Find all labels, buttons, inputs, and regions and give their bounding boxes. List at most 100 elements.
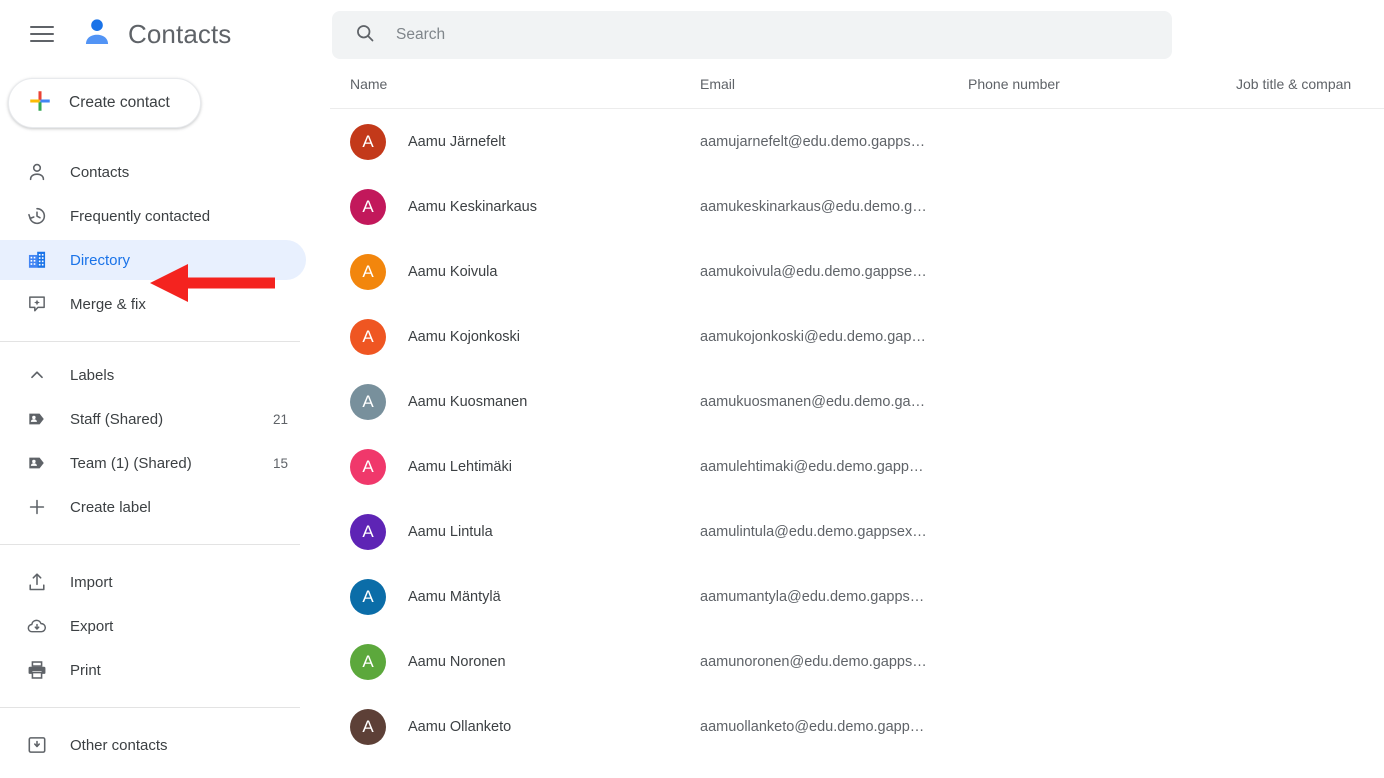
app-header: Contacts (0, 0, 330, 68)
sidebar-label-count: 21 (272, 411, 288, 427)
hamburger-menu-icon[interactable] (22, 14, 62, 54)
other-contacts-section: Other contacts (0, 717, 330, 773)
cell-name: A Aamu Lehtimäki (330, 448, 700, 485)
table-row[interactable]: A Aamu Lehtimäki aamulehtimaki@edu.demo.ga… (330, 434, 1384, 499)
table-row[interactable]: A Aamu Järnefelt aamujarnefelt@edu.demo.ga… (330, 109, 1384, 174)
merge-sparkle-icon (26, 293, 48, 315)
contacts-app-window: Contacts Create contact Contacts Frequen… (0, 0, 1384, 778)
contact-name: Aamu Kuosmanen (408, 393, 528, 410)
avatar[interactable]: A (350, 188, 386, 225)
primary-navigation: Contacts Frequently contacted Directory … (0, 144, 330, 332)
labels-section: Labels Staff (Shared) 21 Team (1) (Share… (0, 351, 330, 535)
sidebar-item-label: Merge & fix (70, 295, 146, 313)
contact-name: Aamu Kojonkoski (408, 328, 521, 345)
create-contact-area: Create contact (0, 68, 330, 144)
contact-email: aamukeskinarkaus@edu.demo.g… (700, 198, 927, 215)
main-content: Name Email Phone number Job title & comp… (330, 0, 1384, 778)
avatar[interactable]: A (350, 513, 386, 550)
printer-icon (26, 659, 48, 681)
sidebar-item-label: Contacts (70, 163, 130, 181)
table-row[interactable]: A Aamu Kojonkoski aamukojonkoski@edu.demo.… (330, 304, 1384, 369)
sidebar-divider-1 (0, 341, 300, 342)
create-contact-button[interactable]: Create contact (8, 78, 201, 128)
table-row[interactable]: A Aamu Lintula aamulintula@edu.demo.gappse… (330, 499, 1384, 564)
contact-name: Aamu Mäntylä (408, 588, 501, 605)
sidebar-item-label: Print (70, 661, 101, 679)
history-clock-icon (26, 205, 48, 227)
plus-icon (26, 496, 48, 518)
table-column-headers: Name Email Phone number Job title & comp… (330, 59, 1384, 109)
sidebar-label-count: 15 (272, 455, 288, 471)
sidebar-label-team-1-shared[interactable]: Team (1) (Shared) 15 (0, 443, 306, 483)
contact-name: Aamu Keskinarkaus (408, 198, 537, 215)
labels-header-label: Labels (70, 366, 115, 384)
sidebar-item-import[interactable]: Import (0, 562, 306, 602)
search-area (330, 0, 1384, 59)
building-directory-icon (26, 249, 48, 271)
sidebar-item-contacts[interactable]: Contacts (0, 152, 306, 192)
cell-name: A Aamu Koivula (330, 253, 700, 290)
sidebar-item-create-label[interactable]: Create label (0, 487, 306, 527)
sidebar-item-label: Export (70, 617, 114, 635)
search-box[interactable] (332, 11, 1172, 59)
search-input[interactable] (396, 26, 1096, 44)
cell-name: A Aamu Kojonkoski (330, 318, 700, 355)
app-brand[interactable]: Contacts (80, 15, 231, 54)
cell-name: A Aamu Järnefelt (330, 123, 700, 160)
contacts-table: A Aamu Järnefelt aamujarnefelt@edu.demo.ga… (330, 109, 1384, 759)
avatar[interactable]: A (350, 578, 386, 615)
sidebar-item-print[interactable]: Print (0, 650, 306, 690)
archive-box-icon (26, 734, 48, 756)
cell-name: A Aamu Lintula (330, 513, 700, 550)
plus-multicolor-icon (27, 88, 53, 119)
avatar[interactable]: A (350, 123, 386, 160)
cell-name: A Aamu Kuosmanen (330, 383, 700, 420)
column-header-job-title-company[interactable]: Job title & compan (1236, 76, 1384, 92)
table-row[interactable]: A Aamu Koivula aamukoivula@edu.demo.gappse… (330, 239, 1384, 304)
contact-name: Aamu Lehtimäki (408, 458, 512, 475)
contact-email: aamunoronen@edu.demo.gapps… (700, 653, 927, 670)
contact-email: aamulehtimaki@edu.demo.gapp… (700, 458, 924, 475)
avatar[interactable]: A (350, 448, 386, 485)
avatar[interactable]: A (350, 708, 386, 745)
sidebar-label-text: Team (1) (Shared) (70, 454, 192, 472)
sidebar-item-other-contacts[interactable]: Other contacts (0, 725, 306, 765)
contact-email: aamukuosmanen@edu.demo.ga… (700, 393, 926, 410)
cell-name: A Aamu Ollanketo (330, 708, 700, 745)
avatar[interactable]: A (350, 253, 386, 290)
column-header-email[interactable]: Email (700, 76, 968, 92)
sidebar-label-staff-shared[interactable]: Staff (Shared) 21 (0, 399, 306, 439)
tools-section: Import Export Print (0, 554, 330, 698)
contact-email: aamujarnefelt@edu.demo.gapps… (700, 133, 926, 150)
sidebar: Contacts Create contact Contacts Frequen… (0, 0, 330, 778)
sidebar-item-export[interactable]: Export (0, 606, 306, 646)
sidebar-item-frequently-contacted[interactable]: Frequently contacted (0, 196, 306, 236)
contacts-person-logo-icon (80, 15, 114, 54)
cell-name: A Aamu Mäntylä (330, 578, 700, 615)
sidebar-item-label: Directory (70, 251, 131, 269)
sidebar-item-directory[interactable]: Directory (0, 240, 306, 280)
labels-section-header[interactable]: Labels (0, 355, 330, 395)
table-row[interactable]: A Aamu Kuosmanen aamukuosmanen@edu.demo.ga… (330, 369, 1384, 434)
table-row[interactable]: A Aamu Keskinarkaus aamukeskinarkaus@edu.d… (330, 174, 1384, 239)
avatar[interactable]: A (350, 643, 386, 680)
table-row[interactable]: A Aamu Mäntylä aamumantyla@edu.demo.gapps… (330, 564, 1384, 629)
sidebar-divider-3 (0, 707, 300, 708)
label-tag-icon (26, 452, 48, 474)
column-header-name[interactable]: Name (330, 76, 700, 92)
chevron-up-icon (26, 364, 48, 386)
contact-name: Aamu Koivula (408, 263, 498, 280)
column-header-phone[interactable]: Phone number (968, 76, 1236, 92)
sidebar-item-merge-and-fix[interactable]: Merge & fix (0, 284, 306, 324)
table-row[interactable]: A Aamu Noronen aamunoronen@edu.demo.gapps… (330, 629, 1384, 694)
sidebar-item-label: Frequently contacted (70, 207, 211, 225)
avatar[interactable]: A (350, 318, 386, 355)
sidebar-label-text: Staff (Shared) (70, 410, 164, 428)
upload-import-icon (26, 571, 48, 593)
contact-email: aamuollanketo@edu.demo.gapp… (700, 718, 925, 735)
contact-email: aamukojonkoski@edu.demo.gap… (700, 328, 926, 345)
sidebar-item-label: Import (70, 573, 113, 591)
sidebar-item-label: Other contacts (70, 736, 168, 754)
avatar[interactable]: A (350, 383, 386, 420)
table-row[interactable]: A Aamu Ollanketo aamuollanketo@edu.demo.ga… (330, 694, 1384, 759)
